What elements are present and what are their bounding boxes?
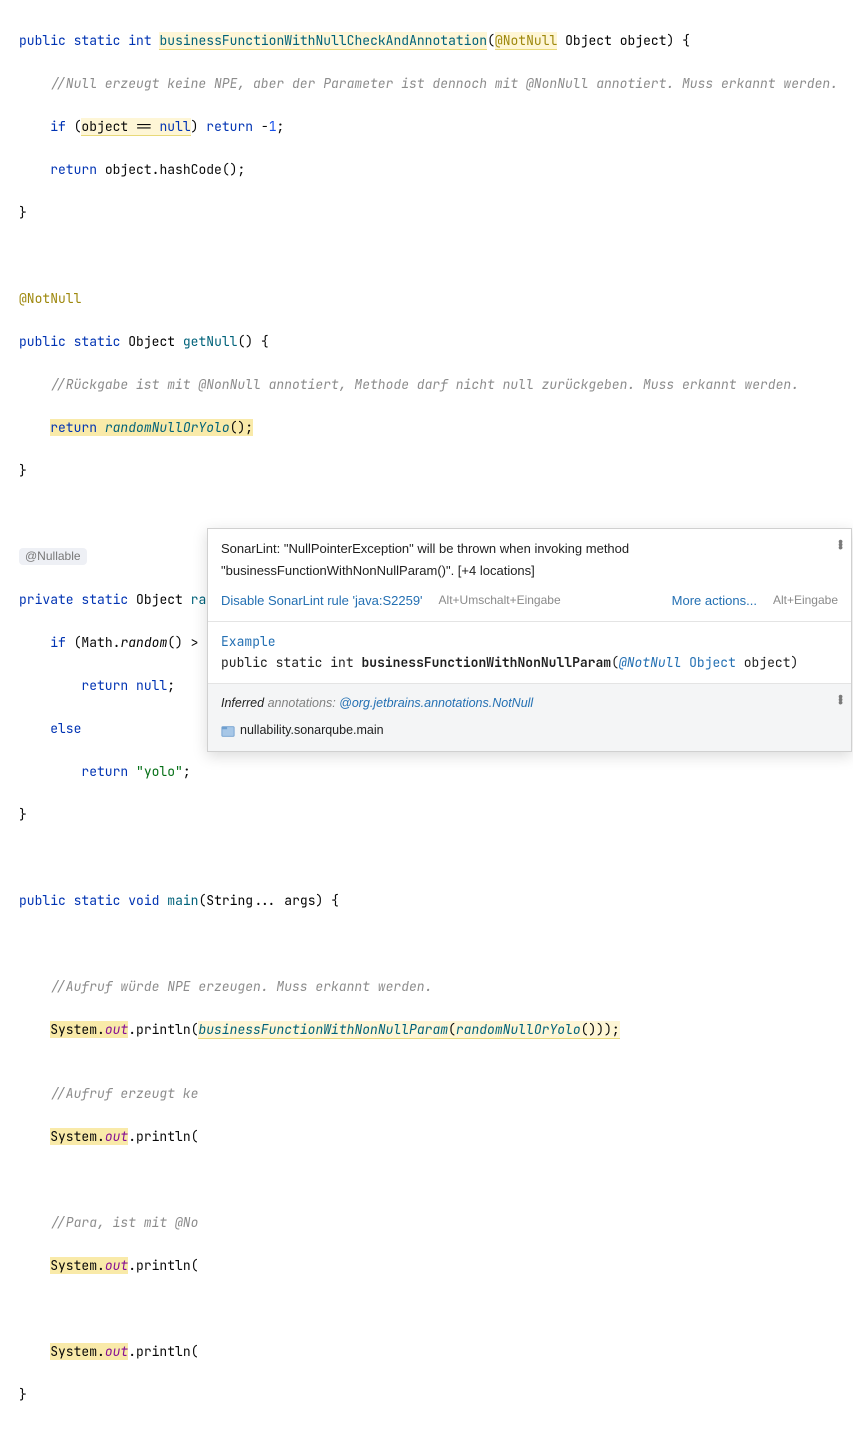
code-line[interactable]: [0, 847, 853, 869]
shortcut-hint: Alt+Eingabe: [773, 590, 838, 612]
code-line[interactable]: return randomNullOrYolo();: [0, 417, 853, 439]
code-line[interactable]: System.out.println(: [0, 1255, 853, 1277]
code-line[interactable]: }: [0, 804, 853, 826]
code-line[interactable]: //Aufruf würde NPE erzeugen. Muss erkann…: [0, 976, 853, 998]
code-line[interactable]: //Null erzeugt keine NPE, aber der Param…: [0, 73, 853, 95]
inlay-hint[interactable]: @Nullable: [19, 548, 87, 565]
example-link[interactable]: Example: [221, 633, 276, 650]
inspection-message: SonarLint: "NullPointerException" will b…: [221, 541, 629, 578]
inspection-popup: SonarLint: "NullPointerException" will b…: [207, 528, 852, 752]
code-line[interactable]: System.out.println(businessFunctionWithN…: [0, 1019, 853, 1041]
example-section: Example public static int businessFuncti…: [208, 621, 851, 683]
code-line[interactable]: }: [0, 460, 853, 482]
code-line[interactable]: return "yolo";: [0, 761, 853, 783]
code-line[interactable]: return object.hashCode();: [0, 159, 853, 181]
code-line[interactable]: //Aufruf erzeugt ke: [0, 1083, 853, 1105]
code-line[interactable]: public static int businessFunctionWithNu…: [0, 30, 853, 52]
kebab-icon[interactable]: •••: [838, 537, 843, 546]
code-line[interactable]: public static void main(String... args) …: [0, 890, 853, 912]
inspection-message-section: SonarLint: "NullPointerException" will b…: [208, 529, 851, 621]
code-line[interactable]: [0, 933, 853, 955]
package-icon: [221, 724, 235, 738]
inferred-section: Inferred annotations: @org.jetbrains.ann…: [208, 683, 851, 751]
disable-rule-link[interactable]: Disable SonarLint rule 'java:S2259': [221, 590, 423, 612]
code-line[interactable]: if (object == null) return -1;: [0, 116, 853, 138]
code-line[interactable]: [0, 245, 853, 267]
kebab-icon[interactable]: •••: [838, 692, 843, 701]
code-line[interactable]: //Para, ist mit @No: [0, 1212, 853, 1234]
code-line[interactable]: //Rückgabe ist mit @NonNull annotiert, M…: [0, 374, 853, 396]
example-signature: public static int businessFunctionWithNo…: [221, 652, 838, 674]
code-line[interactable]: System.out.println(: [0, 1341, 853, 1363]
annotation-link[interactable]: @NotNull: [619, 654, 681, 671]
code-line[interactable]: [0, 1169, 853, 1191]
shortcut-hint: Alt+Umschalt+Eingabe: [439, 590, 561, 612]
code-line[interactable]: }: [0, 1384, 853, 1406]
type-link[interactable]: Object: [689, 654, 736, 671]
more-actions-link[interactable]: More actions...: [672, 590, 757, 612]
code-line[interactable]: public static Object getNull() {: [0, 331, 853, 353]
inferred-annotation-link[interactable]: @org.jetbrains.annotations.NotNull: [339, 696, 533, 710]
code-line[interactable]: System.out.println(: [0, 1126, 853, 1148]
code-line[interactable]: }: [0, 202, 853, 224]
breadcrumb[interactable]: nullability.sonarqube.main: [221, 720, 838, 742]
code-line[interactable]: [0, 503, 853, 525]
code-line[interactable]: [0, 1298, 853, 1320]
code-line[interactable]: @NotNull: [0, 288, 853, 310]
